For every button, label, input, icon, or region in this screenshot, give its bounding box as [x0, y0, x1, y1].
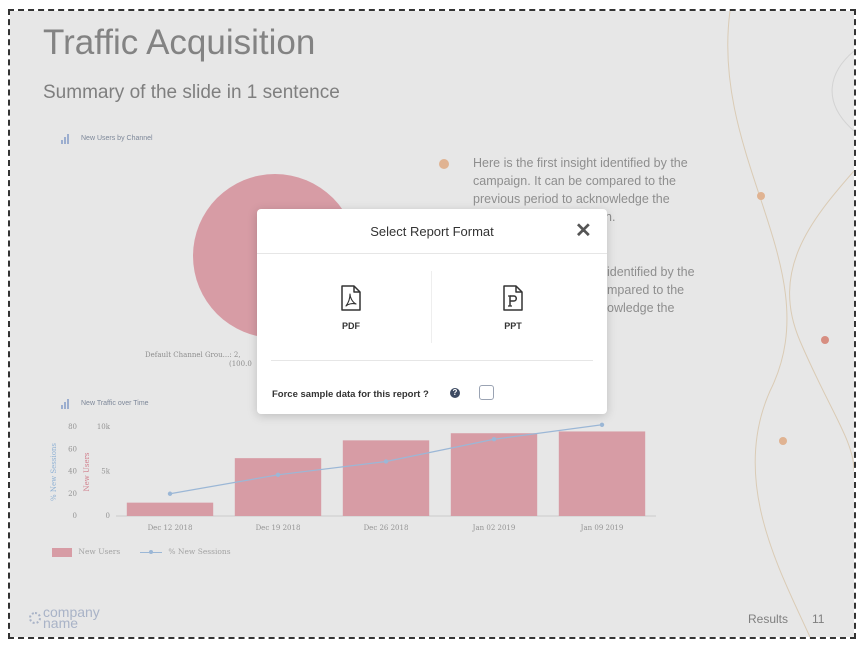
- force-sample-label: Force sample data for this report ?: [272, 389, 429, 400]
- help-icon[interactable]: ?: [450, 388, 460, 398]
- dialog-divider: [257, 253, 607, 254]
- ppt-option-label: PPT: [504, 321, 522, 331]
- ppt-file-icon: [503, 285, 523, 311]
- pdf-file-icon: [341, 285, 361, 311]
- pdf-option-label: PDF: [342, 321, 360, 331]
- ppt-option-button[interactable]: PPT: [433, 271, 593, 351]
- report-format-dialog: Select Report Format ✕ PDF PPT Force sam…: [257, 209, 607, 414]
- pdf-option-button[interactable]: PDF: [271, 271, 431, 351]
- report-slide: Traffic Acquisition Summary of the slide…: [10, 11, 854, 637]
- force-sample-checkbox[interactable]: [479, 385, 494, 400]
- slide-frame: Traffic Acquisition Summary of the slide…: [8, 9, 856, 639]
- dialog-title: Select Report Format: [370, 224, 494, 239]
- dialog-divider-lower: [271, 360, 593, 361]
- options-divider: [431, 271, 432, 343]
- close-icon[interactable]: ✕: [575, 221, 592, 241]
